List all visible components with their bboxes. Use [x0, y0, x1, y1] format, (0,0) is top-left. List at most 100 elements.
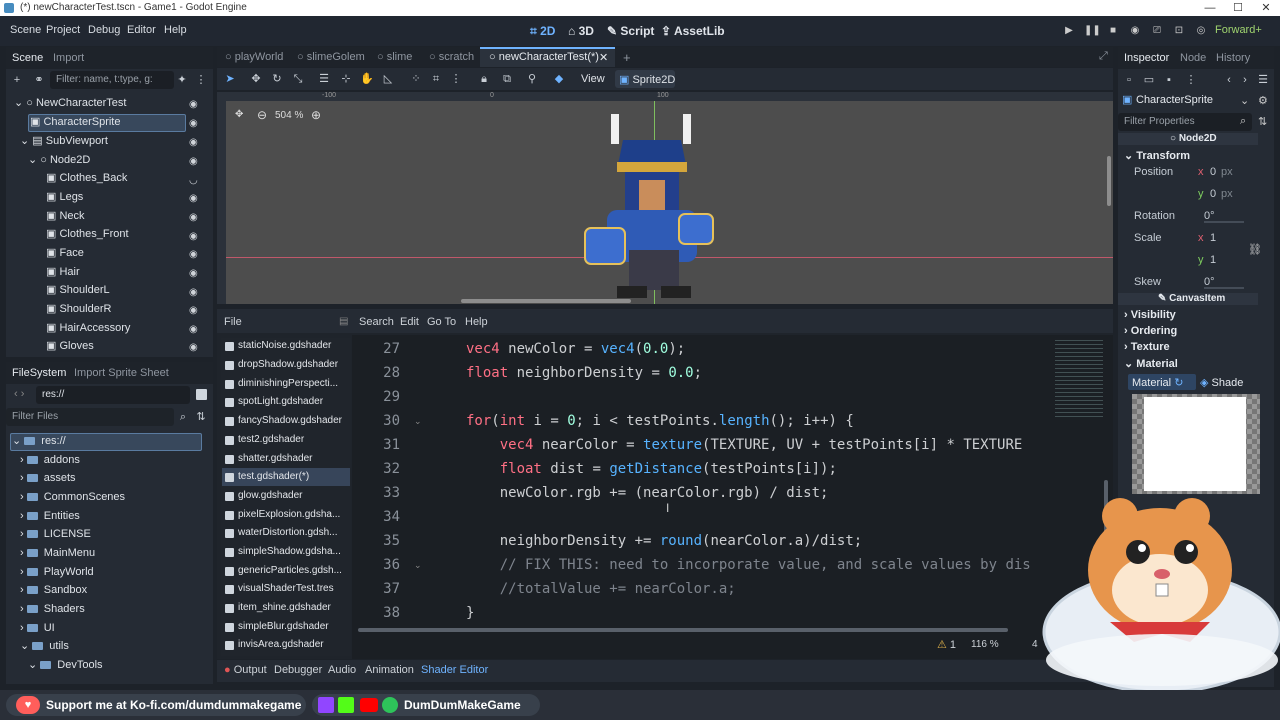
link-scale-icon[interactable]: ⛓: [1248, 243, 1262, 256]
tree-node-charactersprite[interactable]: ▣ CharacterSprite: [30, 113, 121, 132]
fs-item-shaders[interactable]: › Shaders: [20, 600, 85, 619]
visibility-eye-icon[interactable]: ◉: [189, 99, 198, 110]
scale-x-field[interactable]: 1: [1210, 232, 1216, 244]
fs-item-license[interactable]: › LICENSE: [20, 525, 91, 544]
inspected-object[interactable]: CharacterSprite: [1136, 94, 1213, 106]
play-custom-icon[interactable]: ⊡: [1172, 25, 1186, 39]
tree-node-shoulderr[interactable]: ▣ ShoulderR: [46, 300, 111, 319]
group-icon[interactable]: ⧉: [500, 72, 514, 86]
visibility-eye-icon[interactable]: ◉: [189, 231, 198, 242]
fs-item-res[interactable]: ⌄ res://: [12, 432, 66, 451]
tree-node-legs[interactable]: ▣ Legs: [46, 188, 83, 207]
script-item[interactable]: glow.gdshader: [222, 487, 349, 506]
link-icon[interactable]: ⚭: [32, 73, 46, 87]
add-node-icon[interactable]: +: [10, 73, 24, 87]
remote-debug-icon[interactable]: ◉: [1128, 25, 1142, 39]
code-text[interactable]: vec4 newColor = vec4(0.0); float neighbor…: [466, 341, 1056, 631]
script-item[interactable]: item_shine.gdshader: [222, 599, 349, 618]
kick-icon[interactable]: [338, 697, 354, 713]
script-item[interactable]: spotLight.gdshader: [222, 393, 349, 412]
tab-filesystem[interactable]: FileSystem: [12, 367, 66, 379]
tab-import[interactable]: Import: [53, 52, 84, 64]
rotate-tool-icon[interactable]: ↻: [270, 72, 284, 86]
script-item[interactable]: fancyShadow.gdshader: [222, 412, 349, 431]
scene-tab-playworld[interactable]: ○ playWorld: [225, 51, 283, 63]
script-item[interactable]: diminishingPerspecti...: [222, 375, 349, 394]
toggle-scripts-panel-icon[interactable]: ▤: [339, 316, 348, 327]
workspace-script[interactable]: ✎ Script: [607, 24, 654, 38]
visibility-eye-icon[interactable]: ◉: [189, 156, 198, 167]
kofi-link[interactable]: Support me at Ko-fi.com/dumdummakegame: [46, 698, 301, 712]
filter-properties-input[interactable]: Filter Properties: [1118, 113, 1252, 131]
script-menu-search[interactable]: Search: [359, 316, 394, 328]
visibility-eye-icon[interactable]: ◉: [189, 118, 198, 129]
zoom-in-icon[interactable]: ⊕: [311, 108, 321, 122]
position-x-field[interactable]: 0: [1210, 166, 1216, 178]
maximize-button[interactable]: ☐: [1224, 0, 1252, 16]
script-item[interactable]: staticNoise.gdshader: [222, 337, 349, 356]
tab-history[interactable]: History: [1216, 52, 1250, 64]
nav-back-forward-icon[interactable]: ‹ ›: [14, 388, 24, 400]
save-resource-icon[interactable]: ▪: [1162, 73, 1176, 87]
code-line[interactable]: for(int i = 0; i < testPoints.length(); …: [466, 413, 854, 429]
lock-icon[interactable]: 🔒︎: [477, 72, 491, 86]
script-item[interactable]: dropShadow.gdshader: [222, 356, 349, 375]
scene-tab-close-icon[interactable]: ✕: [599, 51, 608, 64]
tree-node-subviewport[interactable]: ⌄ ▤ SubViewport: [20, 132, 108, 151]
list-select-icon[interactable]: ☰: [317, 72, 331, 86]
fs-item-utils[interactable]: ⌄ utils: [20, 637, 69, 656]
visibility-eye-icon[interactable]: ◉: [189, 268, 198, 279]
scene-tab-newcharactertest[interactable]: ○ newCharacterTest(*): [489, 51, 599, 63]
script-menu-edit[interactable]: Edit: [400, 316, 419, 328]
fs-item-ui[interactable]: › UI: [20, 619, 55, 638]
section-visibility[interactable]: › Visibility: [1124, 309, 1176, 321]
twitch-icon[interactable]: [318, 697, 334, 713]
stop-icon[interactable]: ■: [1106, 25, 1120, 39]
code-line[interactable]: float dist = getDistance(testPoints[i]);: [466, 461, 837, 477]
code-line[interactable]: float neighborDensity = 0.0;: [466, 365, 702, 381]
zoom-reset-icon[interactable]: ✥: [235, 109, 243, 120]
zoom-out-icon[interactable]: ⊖: [257, 108, 267, 122]
script-item[interactable]: waterDistortion.gdsh...: [222, 524, 349, 543]
close-button[interactable]: ✕: [1252, 0, 1280, 16]
tree-node-neck[interactable]: ▣ Neck: [46, 207, 85, 226]
menu-debug[interactable]: Debug: [88, 24, 120, 36]
menu-editor[interactable]: Editor: [127, 24, 156, 36]
fs-item-playworld[interactable]: › PlayWorld: [20, 563, 94, 582]
visibility-eye-icon[interactable]: ◉: [189, 324, 198, 335]
tree-node-clothes-back[interactable]: ▣ Clothes_Back: [46, 169, 127, 188]
path-field[interactable]: res://: [36, 386, 190, 404]
script-item[interactable]: test2.gdshader: [222, 431, 349, 450]
section-texture[interactable]: › Texture: [1124, 341, 1170, 353]
script-attach-icon[interactable]: ✦: [175, 73, 189, 87]
zoom-level[interactable]: 504 %: [275, 110, 303, 121]
fs-item-addons[interactable]: › addons: [20, 451, 80, 470]
code-line[interactable]: newColor.rgb += (nearColor.rgb) / dist;: [466, 485, 829, 501]
smart-snap-icon[interactable]: ⁘: [409, 72, 423, 86]
script-menu-help[interactable]: Help: [465, 316, 488, 328]
fs-item-mainmenu[interactable]: › MainMenu: [20, 544, 95, 563]
script-item[interactable]: simpleBlur.gdshader: [222, 618, 349, 637]
workspace-2d[interactable]: ⌗ 2D: [530, 24, 555, 39]
play-scene-icon[interactable]: ⎚: [1150, 25, 1164, 39]
distraction-free-icon[interactable]: ⤢: [1099, 50, 1108, 63]
view-menu[interactable]: View: [581, 73, 605, 85]
position-y-field[interactable]: 0: [1210, 188, 1216, 200]
code-line[interactable]: // FIX THIS: need to incorporate value, …: [466, 557, 1031, 573]
camera-icon[interactable]: ◆: [552, 72, 566, 86]
tree-node-root[interactable]: ⌄ ○ NewCharacterTest: [14, 94, 126, 113]
object-properties-icon[interactable]: ☰: [1256, 73, 1270, 87]
code-line[interactable]: vec4 newColor = vec4(0.0);: [466, 341, 685, 357]
code-line[interactable]: neighborDensity += round(nearColor.a)/di…: [466, 533, 862, 549]
pan-tool-icon[interactable]: ✋: [360, 72, 374, 86]
script-item[interactable]: simpleShadow.gdsha...: [222, 543, 349, 562]
fs-item-assets[interactable]: › assets: [20, 469, 76, 488]
ruler-tool-icon[interactable]: ◺: [381, 72, 395, 86]
menu-project[interactable]: Project: [46, 24, 80, 36]
visibility-eye-icon[interactable]: ◉: [189, 193, 198, 204]
history-back-icon[interactable]: ‹: [1222, 73, 1236, 87]
code-zoom[interactable]: 116 %: [971, 639, 999, 650]
tab-inspector[interactable]: Inspector: [1124, 52, 1169, 64]
script-item[interactable]: pixelExplosion.gdsha...: [222, 506, 349, 525]
script-menu-goto[interactable]: Go To: [427, 316, 456, 328]
